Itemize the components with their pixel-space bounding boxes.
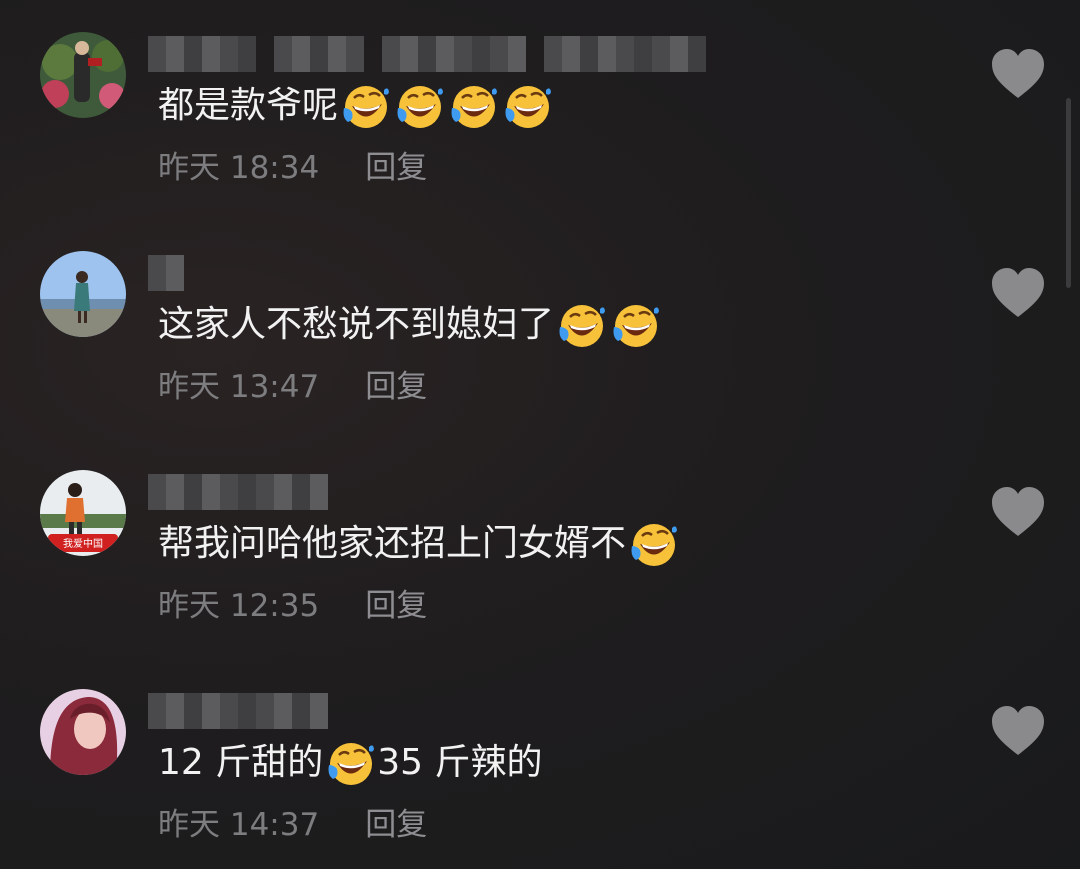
comment-item: 这家人不愁说不到媳妇了 昨天 13:47 回复 <box>0 219 1080 419</box>
username-redacted[interactable] <box>148 474 328 510</box>
scrollbar[interactable] <box>1066 98 1071 288</box>
svg-text:我爱中国: 我爱中国 <box>63 537 103 550</box>
comment-time: 昨天 18:34 <box>158 150 320 186</box>
username-redacted[interactable] <box>148 693 328 729</box>
comment-text-content: 12 斤甜的 <box>158 742 324 783</box>
comment-text: 都是款爷呢 <box>158 80 554 132</box>
heart-icon[interactable] <box>990 48 1046 100</box>
mosaic-block <box>148 36 256 72</box>
comment-meta: 昨天 14:37 回复 <box>158 805 427 845</box>
comment-meta: 昨天 18:34 回复 <box>158 148 427 188</box>
comment-text-content: 都是款爷呢 <box>158 85 339 126</box>
rofl-emoji-icon <box>328 743 375 785</box>
comment-meta: 昨天 12:35 回复 <box>158 586 427 626</box>
rofl-emoji-icon <box>397 86 444 128</box>
comment-text: 这家人不愁说不到媳妇了 <box>158 299 662 351</box>
username-redacted[interactable] <box>148 36 706 72</box>
comment-item: 我爱中国 帮我问哈他家还招上门女婿不 昨天 12:35 回复 <box>0 438 1080 638</box>
heart-icon[interactable] <box>990 486 1046 538</box>
avatar[interactable] <box>40 32 126 118</box>
rofl-emoji-icon <box>451 86 498 128</box>
comment-item: 都是款爷呢 昨天 18:34 回复 <box>0 0 1080 200</box>
mosaic-block <box>148 693 328 729</box>
comment-time: 昨天 12:35 <box>158 588 320 624</box>
comment-meta: 昨天 13:47 回复 <box>158 367 427 407</box>
comment-list: 都是款爷呢 昨天 18:34 回复 这家人不愁说不到媳妇了 昨天 13:47 回… <box>0 0 1080 869</box>
avatar[interactable] <box>40 251 126 337</box>
comment-time: 昨天 13:47 <box>158 369 320 405</box>
emoji-group <box>626 518 680 570</box>
reply-button[interactable]: 回复 <box>365 367 427 407</box>
username-redacted[interactable] <box>148 255 184 291</box>
rofl-emoji-icon <box>631 524 678 566</box>
heart-icon[interactable] <box>990 267 1046 319</box>
mosaic-block <box>544 36 706 72</box>
comment-text: 帮我问哈他家还招上门女婿不 <box>158 518 680 570</box>
emoji-group <box>323 737 377 789</box>
mosaic-block <box>148 474 328 510</box>
comment-time: 昨天 14:37 <box>158 807 320 843</box>
avatar[interactable] <box>40 689 126 775</box>
mosaic-block <box>274 36 364 72</box>
mosaic-block <box>382 36 526 72</box>
mosaic-block <box>148 255 184 291</box>
heart-icon[interactable] <box>990 705 1046 757</box>
rofl-emoji-icon <box>613 305 660 347</box>
emoji-group <box>554 299 662 351</box>
comment-text: 12 斤甜的 35 斤辣的 <box>158 737 543 789</box>
rofl-emoji-icon <box>343 86 390 128</box>
rofl-emoji-icon <box>559 305 606 347</box>
comment-text-content-after: 35 斤辣的 <box>377 742 543 783</box>
comment-text-content: 这家人不愁说不到媳妇了 <box>158 304 555 345</box>
reply-button[interactable]: 回复 <box>365 805 427 845</box>
reply-button[interactable]: 回复 <box>365 586 427 626</box>
reply-button[interactable]: 回复 <box>365 148 427 188</box>
emoji-group <box>338 80 554 132</box>
comment-item: 12 斤甜的 35 斤辣的 昨天 14:37 回复 <box>0 657 1080 857</box>
comment-text-content: 帮我问哈他家还招上门女婿不 <box>158 523 627 564</box>
avatar[interactable]: 我爱中国 <box>40 470 126 556</box>
rofl-emoji-icon <box>505 86 552 128</box>
